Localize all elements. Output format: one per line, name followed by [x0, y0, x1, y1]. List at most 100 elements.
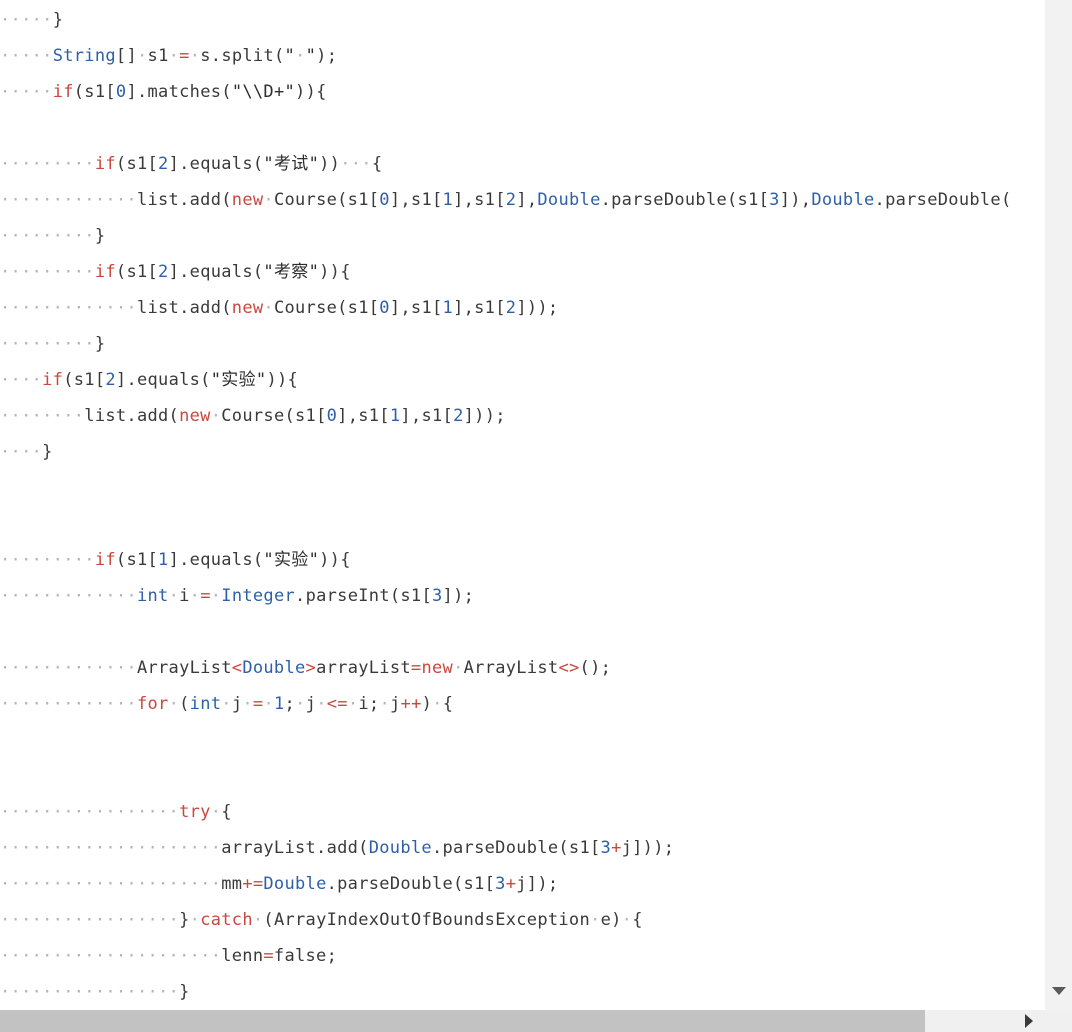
code-line: ·················}	[0, 974, 1045, 1010]
code-token: );	[316, 46, 338, 66]
code-token: 2	[505, 298, 517, 318]
code-line: ​	[0, 110, 1045, 146]
code-token: ],s1[	[389, 298, 443, 318]
code-token: ))	[319, 262, 341, 282]
code-token: ·	[189, 586, 201, 606]
code-line: ·········if(s1[1].equals("实验")){	[0, 542, 1045, 578]
code-token: Double	[368, 838, 432, 858]
code-token: j]);	[516, 874, 559, 894]
code-token: ].equals(	[168, 262, 264, 282]
code-token: catch	[200, 910, 253, 930]
code-token: 3	[600, 838, 612, 858]
code-line: ​	[0, 470, 1045, 506]
code-token: 1	[442, 190, 454, 210]
code-token: ],s1[	[337, 406, 390, 426]
code-token: ·	[210, 406, 222, 426]
scroll-right-button[interactable]	[1018, 1010, 1040, 1032]
scroll-down-button[interactable]	[1045, 980, 1072, 1002]
code-token: ·················	[0, 982, 180, 1002]
code-token: j	[231, 694, 243, 714]
code-token: lenn	[221, 946, 264, 966]
code-token: ·	[210, 802, 222, 822]
code-token: ·················	[0, 802, 180, 822]
code-token: ·	[347, 694, 359, 714]
code-line: ·····if(s1[0].matches("\\D+")){	[0, 74, 1045, 110]
code-token: }	[179, 910, 190, 930]
code-token: ·	[252, 910, 264, 930]
code-token: ·········	[0, 226, 95, 246]
code-line: ​	[0, 506, 1045, 542]
triangle-right-icon	[1025, 1014, 1033, 1028]
code-token: ·	[136, 46, 148, 66]
vertical-scrollbar[interactable]	[1045, 0, 1072, 1010]
code-token: <	[231, 658, 243, 678]
code-token: ·············	[0, 298, 137, 318]
code-token: "\\D+"	[231, 82, 296, 102]
code-token: 2	[505, 190, 517, 210]
code-token: .parseDouble(s1[	[600, 190, 770, 210]
code-token: ].equals(	[115, 370, 211, 390]
code-token: {	[287, 370, 299, 390]
code-token: =	[263, 946, 274, 966]
code-token: ],s1[	[453, 298, 506, 318]
code-token: list.add(	[136, 190, 232, 210]
code-token: []	[115, 46, 137, 66]
code-token: i;	[358, 694, 380, 714]
code-token: ArrayList	[463, 658, 559, 678]
code-token: 0	[115, 82, 127, 102]
code-token: ],	[516, 190, 538, 210]
code-line: ​	[0, 722, 1045, 758]
code-token: ]));	[463, 406, 506, 426]
code-token: 1	[158, 550, 169, 570]
code-token: "	[263, 262, 274, 282]
code-token: j	[305, 694, 317, 714]
code-token: new	[179, 406, 211, 426]
code-line: ·········if(s1[2].equals("考试"))···{	[0, 146, 1045, 182]
code-token: 3	[769, 190, 780, 210]
code-line: ·············list.add(new·Course(s1[0],s…	[0, 182, 1045, 218]
code-token: "	[255, 370, 267, 390]
code-line: ​	[0, 758, 1045, 794]
code-token: "	[210, 370, 222, 390]
code-token: {	[340, 262, 351, 282]
horizontal-scroll-thumb[interactable]	[0, 1010, 925, 1032]
code-token: ·················	[0, 910, 180, 930]
code-token: arrayList	[316, 658, 411, 678]
code-line: ·············for·(int·j·=·1;·j·<=·i;·j++…	[0, 686, 1045, 722]
code-token: ].equals(	[168, 550, 264, 570]
code-token: ],s1[	[453, 190, 506, 210]
code-token: 考试	[273, 154, 309, 174]
code-token: .parseDouble(s1[	[326, 874, 496, 894]
code-token: 2	[453, 406, 464, 426]
code-token: (ArrayIndexOutOfBoundsException	[263, 910, 591, 930]
code-token: (s1[	[115, 550, 159, 570]
code-token: ········	[0, 406, 85, 426]
horizontal-scrollbar[interactable]	[0, 1010, 1045, 1032]
code-token: ·····	[0, 10, 53, 30]
code-token: ····	[0, 370, 43, 390]
code-token: ·	[621, 910, 633, 930]
code-token: }	[52, 10, 64, 30]
code-token: if	[94, 262, 116, 282]
code-token: ·	[295, 694, 306, 714]
code-token: ].equals(	[168, 154, 264, 174]
code-token: Double	[811, 190, 875, 210]
code-token: ·············	[0, 658, 137, 678]
code-token: 1	[442, 298, 454, 318]
code-line: ·····················mm+=Double.parseDou…	[0, 866, 1045, 902]
code-token: "	[263, 154, 274, 174]
code-token: =	[179, 46, 190, 66]
code-token: 0	[379, 298, 390, 318]
code-token: Integer	[221, 586, 296, 606]
code-token: "	[284, 46, 296, 66]
code-editor[interactable]: ·····} ·····String[]·s1·=·s.split("·"); ··…	[0, 0, 1045, 1010]
code-token: ·········	[0, 550, 95, 570]
code-line: ·····················arrayList.add(Doubl…	[0, 830, 1045, 866]
code-token: +=	[242, 874, 264, 894]
code-token: <=	[326, 694, 348, 714]
code-token: }	[179, 982, 190, 1002]
code-token: for	[136, 694, 169, 714]
code-token: ·	[263, 298, 274, 318]
code-line: ·········}	[0, 218, 1045, 254]
code-token: ·	[189, 910, 201, 930]
